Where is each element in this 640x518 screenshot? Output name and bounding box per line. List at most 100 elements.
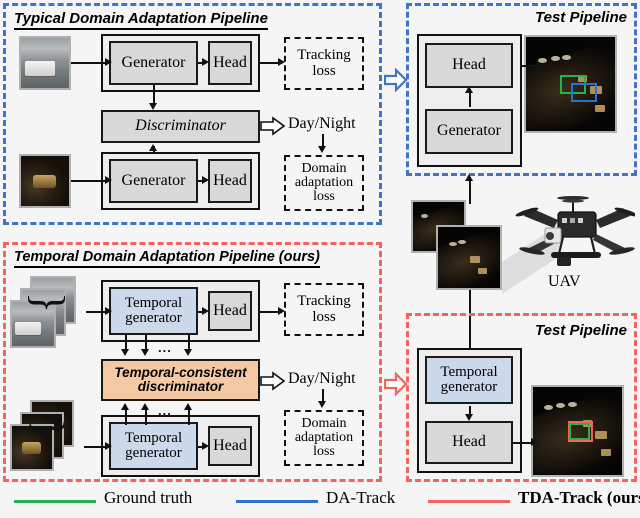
temporal-bottom-ellipsis: ... (158, 403, 172, 418)
test-pipeline-bottom-title: Test Pipeline (535, 322, 627, 339)
test-bottom-lamp-3 (567, 401, 577, 407)
temporal-head-bottom-box: Head (208, 426, 252, 466)
temporal-domain-adaptation-loss-box: Domain adaptation loss (284, 410, 364, 466)
temporal-domain-loss-line3: loss (313, 444, 335, 460)
arrow-tgen-to-disc-2-head (140, 349, 149, 356)
arrow-test-tgen-to-head-head (464, 414, 473, 421)
arrow-bottom-tgen-to-disc-1-head (120, 403, 129, 410)
uav-front-car-2 (477, 268, 487, 275)
generator-bottom-box: Generator (109, 159, 198, 203)
daytime-sequence-brace: } (24, 292, 73, 314)
typical-to-test-hollow-arrow (384, 67, 408, 93)
test-generator-box: Generator (425, 109, 513, 154)
domain-loss-line1: Domain (301, 160, 347, 176)
temporal-generator-bottom-box: Temporal generator (109, 422, 198, 470)
typical-pipeline-title: Typical Domain Adaptation Pipeline (14, 10, 268, 30)
arrow-dayseq-to-temporal-generator (86, 311, 107, 313)
test-temporal-generator-line2: generator (440, 379, 498, 395)
arrow-test-bottom-head-to-result-head (531, 437, 538, 446)
legend-label-ground-truth: Ground truth (104, 488, 193, 507)
day-night-label-typical: Day/Night (288, 115, 356, 132)
tracking-loss-box: Tracking loss (284, 37, 364, 90)
temporal-generator-top-line1: Temporal (124, 294, 183, 311)
test-temporal-generator-line1: Temporal (440, 363, 498, 380)
uav-drone-icon (515, 196, 635, 266)
da-track-bbox-top (571, 83, 598, 103)
temporal-to-test-hollow-arrow (384, 371, 408, 397)
temporal-domain-loss-line2: adaptation (294, 429, 354, 445)
arrow-tgen-to-head-top-head (202, 306, 209, 315)
temporal-discriminator-output-hollow-arrow (260, 371, 286, 391)
temporal-generator-bottom-line2: generator (125, 445, 182, 461)
arrow-bottom-tgen-to-disc-2 (145, 410, 147, 425)
legend-label-da-track: DA-Track (326, 488, 396, 507)
arrow-bottom-to-discriminator-arrowhead (148, 144, 157, 151)
arrow-day-to-generator-head (105, 57, 112, 66)
temporal-tracking-loss-box: Tracking loss (284, 283, 364, 336)
arrow-generator-to-head-bottom-head (202, 175, 209, 184)
arrow-generator-to-discriminator-head (148, 103, 157, 110)
temporal-domain-loss-line1: Domain (301, 415, 347, 431)
tracking-loss-line2: loss (312, 62, 336, 79)
ground-truth-bbox-bottom (569, 423, 591, 441)
uav-back-lamp (421, 213, 429, 218)
head-top-box: Head (208, 41, 252, 85)
arrow-head-to-temporal-tracking-loss-head (278, 306, 285, 315)
arrow-nightseq-to-temporal-generator (84, 446, 107, 448)
uav-capture-image-front (436, 225, 502, 290)
test-bottom-lamp-1 (543, 404, 553, 410)
head-bottom-box: Head (208, 159, 252, 203)
legend-line-tda-track (428, 500, 510, 503)
generator-top-box: Generator (109, 41, 198, 85)
legend: Ground truth DA-Track TDA-Track (ours) (0, 484, 640, 518)
legend-line-da-track (236, 500, 318, 503)
test-temporal-generator-box: Temporal generator (425, 356, 513, 404)
arrow-dayseq-to-temporal-generator-head (105, 306, 112, 315)
test-bottom-head-box: Head (425, 421, 513, 464)
uav-label: UAV (548, 273, 581, 290)
legend-label-tda-track: TDA-Track (ours) (518, 488, 640, 507)
temporal-discriminator-line2: discriminator (137, 379, 224, 394)
arrow-daynight-to-domainloss-head (317, 146, 326, 153)
test-top-car-2 (595, 104, 606, 112)
arrow-night-to-generator-head (105, 175, 112, 184)
arrow-temporal-daynight-to-domainloss-head (317, 401, 326, 408)
temporal-generator-top-box: Temporal generator (109, 287, 198, 335)
temporal-consistent-discriminator-box: Temporal-consistent discriminator (101, 359, 260, 401)
arrow-generator-to-head-top-head (202, 57, 209, 66)
temporal-top-ellipsis: ... (158, 340, 172, 355)
uav-front-car-1 (470, 256, 481, 264)
temporal-generator-bottom-line1: Temporal (124, 429, 183, 446)
arrow-bottom-tgen-to-disc-2-head (140, 403, 149, 410)
arrow-nightseq-to-temporal-generator-head (105, 441, 112, 450)
day-night-label-temporal: Day/Night (288, 370, 356, 387)
arrow-day-to-generator (71, 62, 107, 64)
test-top-lamp-2 (550, 55, 560, 61)
temporal-generator-top-line2: generator (125, 310, 182, 326)
arrow-night-to-generator (71, 180, 107, 182)
temporal-head-top-box: Head (208, 291, 252, 331)
arrow-bottom-tgen-to-disc-3-head (183, 403, 192, 410)
test-bottom-car-2 (600, 448, 611, 456)
arrow-test-head-to-result-head (536, 60, 543, 69)
test-bottom-car-1 (595, 431, 608, 439)
domain-adaptation-loss-box: Domain adaptation loss (284, 155, 364, 211)
temporal-discriminator-line1: Temporal-consistent (114, 365, 247, 381)
test-head-box: Head (425, 43, 513, 88)
test-top-result-image (524, 35, 617, 133)
test-bottom-result-image (531, 385, 624, 477)
tracking-loss-line1: Tracking (297, 47, 351, 64)
nighttime-sequence-brace: } (25, 418, 71, 439)
discriminator-output-hollow-arrow (260, 116, 286, 136)
arrow-tgen-to-head-bottom-head (202, 441, 209, 450)
arrow-test-generator-to-head-head (464, 86, 473, 93)
arrow-bottom-tgen-to-disc-1 (125, 410, 127, 425)
legend-line-ground-truth (14, 500, 96, 503)
daytime-source-image (19, 36, 71, 90)
temporal-tracking-loss-line1: Tracking (297, 293, 351, 310)
arrow-tgen-to-disc-3-head (183, 349, 192, 356)
arrow-bottom-tgen-to-disc-3 (188, 410, 190, 425)
domain-loss-line3: loss (313, 189, 335, 205)
test-bottom-lamp-2 (556, 402, 566, 408)
arrow-head-to-tracking-loss-head (278, 57, 285, 66)
